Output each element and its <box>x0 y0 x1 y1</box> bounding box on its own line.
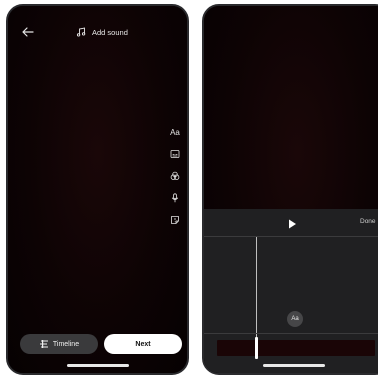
music-note-icon <box>76 27 86 37</box>
arrow-left-icon <box>22 27 34 37</box>
editor-header: Done <box>204 209 378 237</box>
add-sound-button[interactable]: Add sound <box>76 24 128 40</box>
back-button[interactable] <box>20 24 36 40</box>
home-indicator <box>263 364 325 367</box>
phone-left: Add sound Aa Timeline Next <box>6 4 189 375</box>
done-button[interactable]: Done <box>360 218 376 225</box>
next-label: Next <box>135 340 151 348</box>
filters-icon <box>170 171 180 180</box>
playhead-handle[interactable] <box>255 337 258 359</box>
timeline-editor-panel: Done Aa <box>204 209 378 373</box>
video-track[interactable] <box>217 340 375 356</box>
text-tool-button[interactable]: Aa <box>167 124 183 140</box>
next-button[interactable]: Next <box>104 334 182 354</box>
home-indicator <box>67 364 129 367</box>
text-clip-bubble[interactable]: Aa <box>287 311 303 327</box>
sticker-icon <box>171 216 179 224</box>
filters-tool-button[interactable] <box>167 168 183 184</box>
video-preview <box>8 6 187 373</box>
track-divider <box>204 333 378 334</box>
microphone-icon <box>171 193 179 203</box>
timeline-label: Timeline <box>52 340 80 348</box>
play-button[interactable] <box>286 217 298 229</box>
phone-right: Done Aa <box>202 4 378 375</box>
add-sound-label: Add sound <box>92 27 128 37</box>
timeline-button[interactable]: Timeline <box>20 334 98 354</box>
text-icon: Aa <box>170 127 180 137</box>
screenshot-canvas: Add sound Aa Timeline Next Done Aa <box>0 0 378 375</box>
sticker-tool-button[interactable] <box>167 212 183 228</box>
play-icon <box>289 219 296 229</box>
voiceover-tool-button[interactable] <box>167 190 183 206</box>
playhead-line <box>256 237 257 337</box>
timeline-icon <box>39 340 48 348</box>
caption-tool-button[interactable] <box>167 146 183 162</box>
caption-icon <box>170 150 180 158</box>
